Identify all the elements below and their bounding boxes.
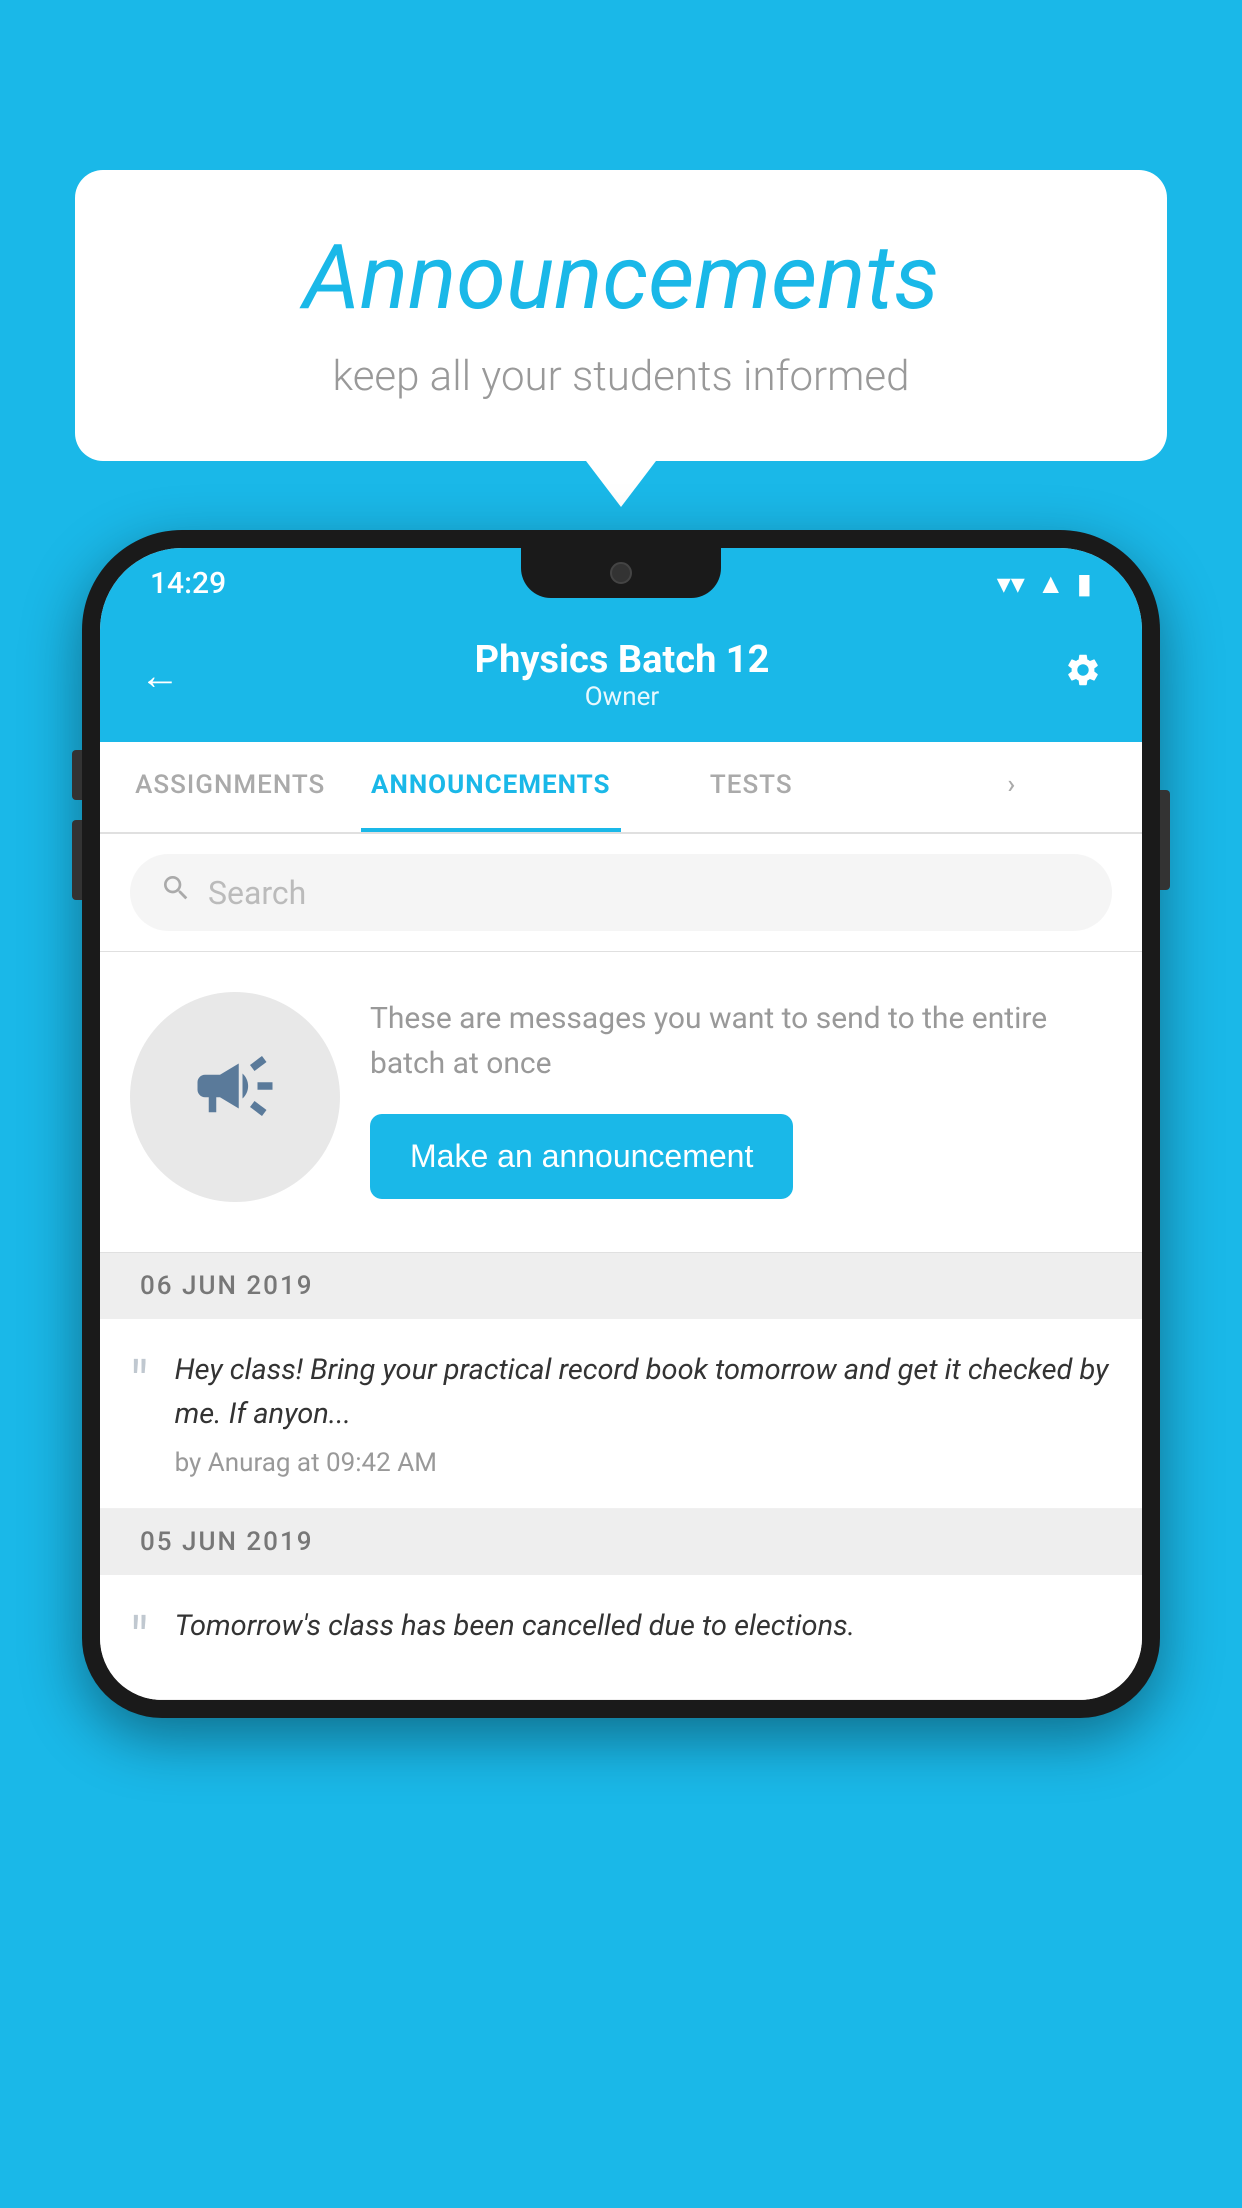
bubble-subtitle: keep all your students informed <box>135 352 1107 401</box>
empty-state-description: These are messages you want to send to t… <box>370 996 1112 1086</box>
header-center: Physics Batch 12 Owner <box>475 638 770 712</box>
empty-state-content: These are messages you want to send to t… <box>370 996 1112 1199</box>
announcement-author: by Anurag at 09:42 AM <box>175 1448 1112 1478</box>
announcement-message: Hey class! Bring your practical record b… <box>175 1349 1112 1436</box>
app-header: ← Physics Batch 12 Owner <box>100 618 1142 742</box>
settings-button[interactable] <box>1064 651 1102 699</box>
make-announcement-button[interactable]: Make an announcement <box>370 1114 793 1199</box>
search-placeholder-text: Search <box>208 874 306 912</box>
status-icons: ▾▾ ▲ ▮ <box>997 567 1092 600</box>
batch-role: Owner <box>475 682 770 712</box>
phone-notch <box>521 548 721 598</box>
front-camera <box>610 562 632 584</box>
tab-more[interactable]: › <box>882 742 1143 832</box>
empty-state: These are messages you want to send to t… <box>100 952 1142 1253</box>
quote-icon: " <box>130 1355 149 1413</box>
announcement-message-2: Tomorrow's class has been cancelled due … <box>175 1605 1112 1649</box>
announcement-text-2: Tomorrow's class has been cancelled due … <box>175 1605 1112 1661</box>
battery-icon: ▮ <box>1077 567 1092 600</box>
power-button[interactable] <box>1160 790 1170 890</box>
search-bar: Search <box>100 834 1142 952</box>
date-separator-june06: 06 JUN 2019 <box>100 1253 1142 1319</box>
quote-icon-2: " <box>130 1611 149 1669</box>
search-input-wrapper[interactable]: Search <box>130 854 1112 931</box>
tab-assignments[interactable]: ASSIGNMENTS <box>100 742 361 832</box>
speech-bubble: Announcements keep all your students inf… <box>75 170 1167 461</box>
batch-title: Physics Batch 12 <box>475 638 770 682</box>
phone-screen: 14:29 ▾▾ ▲ ▮ ← Physics Batch 12 Owner <box>100 548 1142 1700</box>
announcement-text: Hey class! Bring your practical record b… <box>175 1349 1112 1478</box>
speech-bubble-container: Announcements keep all your students inf… <box>75 170 1167 461</box>
phone-outer: 14:29 ▾▾ ▲ ▮ ← Physics Batch 12 Owner <box>82 530 1160 1718</box>
tab-tests[interactable]: TESTS <box>621 742 882 832</box>
tab-announcements[interactable]: ANNOUNCEMENTS <box>361 742 622 832</box>
search-icon <box>160 872 192 913</box>
back-button[interactable]: ← <box>140 652 180 699</box>
date-separator-june05: 05 JUN 2019 <box>100 1509 1142 1575</box>
announcement-item[interactable]: " Hey class! Bring your practical record… <box>100 1319 1142 1509</box>
megaphone-circle <box>130 992 340 1202</box>
status-time: 14:29 <box>150 566 226 601</box>
phone-wrapper: 14:29 ▾▾ ▲ ▮ ← Physics Batch 12 Owner <box>82 530 1160 2208</box>
signal-icon: ▲ <box>1037 567 1065 600</box>
bubble-title: Announcements <box>135 225 1107 330</box>
announcement-item-2[interactable]: " Tomorrow's class has been cancelled du… <box>100 1575 1142 1700</box>
volume-up-button[interactable] <box>72 750 82 800</box>
tabs-container: ASSIGNMENTS ANNOUNCEMENTS TESTS › <box>100 742 1142 834</box>
megaphone-icon <box>190 1041 280 1153</box>
wifi-icon: ▾▾ <box>997 567 1025 600</box>
volume-down-button[interactable] <box>72 820 82 900</box>
